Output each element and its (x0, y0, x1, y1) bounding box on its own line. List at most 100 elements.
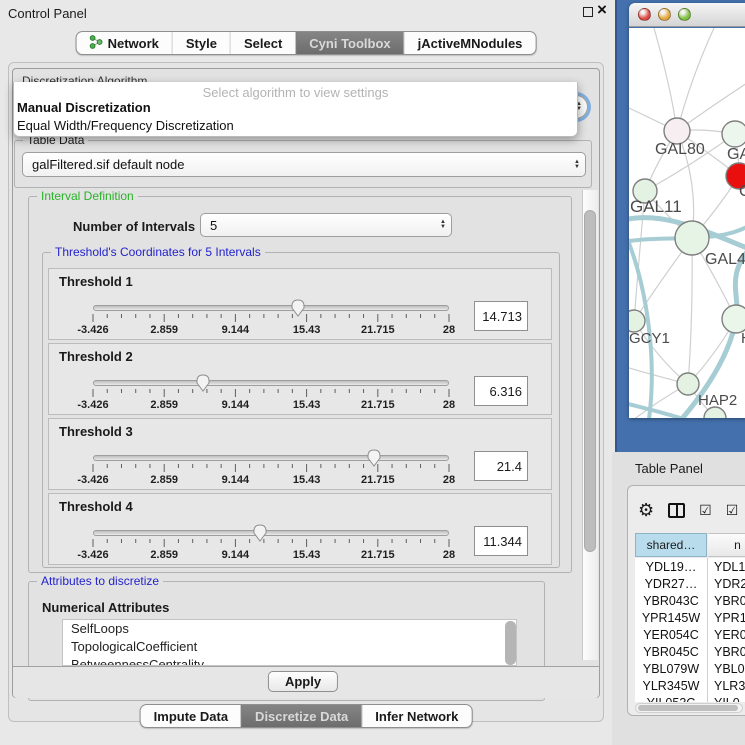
attributes-group-label: Attributes to discretize (37, 574, 163, 588)
threshold-value-field[interactable]: 11.344 (474, 526, 528, 556)
bottom-tab-bar: Impute Data Discretize DataInfer Network (140, 704, 473, 728)
network-view-frame: GAL80GACGAL11GAL4GCY1HHAP2 (615, 0, 745, 452)
threshold-box-1: Threshold 1-3.4262.8599.14415.4321.71528… (48, 268, 552, 340)
minimize-traffic-light[interactable] (658, 8, 671, 21)
split-view-icon[interactable] (668, 503, 685, 518)
slider-tick-label: 28 (443, 549, 455, 561)
tab-style[interactable]: Style (172, 32, 230, 54)
algorithm-dropdown-popup: Select algorithm to view settings Manual… (13, 82, 578, 137)
network-window[interactable]: GAL80GACGAL11GAL4GCY1HHAP2 (629, 3, 745, 418)
network-node-label: GAL11 (630, 197, 682, 216)
network-edge[interactable] (654, 28, 677, 131)
bottom-tab-infer-network[interactable]: Infer Network (361, 705, 471, 727)
table-hscrollbar-thumb[interactable] (638, 705, 738, 711)
zoom-traffic-light[interactable] (678, 8, 691, 21)
attribute-item[interactable]: BetweennessCentrality (63, 656, 516, 666)
checkbox-icon[interactable]: ☑ (699, 502, 712, 519)
algorithm-option-equal-width[interactable]: Equal Width/Frequency Discretization (17, 118, 234, 133)
network-icon (90, 35, 103, 52)
table-data-combobox[interactable]: galFiltered.sif default node ▲▼ (22, 152, 586, 177)
network-node-label: HAP2 (698, 392, 737, 409)
tab-label: jActiveMNodules (418, 36, 523, 51)
tab-network[interactable]: Network (77, 32, 172, 54)
table-row[interactable]: YIL053CYIL0 (635, 694, 745, 702)
table-header-name[interactable]: n (708, 533, 745, 557)
network-node-label: GAL4 (705, 251, 745, 268)
network-edge-thick[interactable] (629, 403, 684, 418)
table-row[interactable]: YBR043CYBR0 (635, 592, 745, 609)
cell-name: YDR2 (707, 575, 745, 592)
apply-button[interactable]: Apply (268, 671, 338, 692)
slider-tick-label: -3.426 (77, 549, 108, 561)
cell-shared-name: YDR27… (635, 577, 707, 591)
threshold-slider-track[interactable] (93, 455, 449, 461)
bottom-tab-discretize-data[interactable]: Discretize Data (241, 705, 361, 727)
numerical-attributes-list[interactable]: SelfLoopsTopologicalCoefficientBetweenne… (62, 619, 517, 666)
threshold-slider-track[interactable] (93, 530, 449, 536)
network-node[interactable] (675, 221, 709, 255)
attribute-item[interactable]: SelfLoops (63, 620, 516, 638)
tab-cyni-toolbox[interactable]: Cyni Toolbox (295, 32, 403, 54)
settings-scrollbar-thumb[interactable] (584, 210, 596, 552)
cell-shared-name: YBR045C (635, 645, 707, 659)
threshold-box-4: Threshold 4-3.4262.8599.14415.4321.71528… (48, 493, 552, 565)
interval-definition-label: Interval Definition (37, 189, 138, 203)
attributes-list-scrollbar-thumb[interactable] (505, 621, 516, 665)
network-node-label: GAL80 (655, 141, 705, 158)
cell-shared-name: YDL19… (635, 560, 707, 574)
number-of-intervals-combobox[interactable]: 5 ▲▼ (200, 213, 452, 237)
table-row[interactable]: YDL19…YDL1 (635, 558, 745, 575)
network-node[interactable] (722, 305, 745, 333)
threshold-value-field[interactable]: 6.316 (474, 376, 528, 406)
bottom-tab-impute-data[interactable]: Impute Data (141, 705, 241, 727)
threshold-value-field[interactable]: 21.4 (474, 451, 528, 481)
slider-tick-label: 2.859 (150, 324, 178, 336)
slider-tick-label: 21.715 (361, 399, 395, 411)
threshold-value-field[interactable]: 14.713 (474, 301, 528, 331)
table-row[interactable]: YBL079WYBL0 (635, 660, 745, 677)
slider-tick-label: 21.715 (361, 324, 395, 336)
threshold-slider-track[interactable] (93, 380, 449, 386)
table-row[interactable]: YER054CYER0 (635, 626, 745, 643)
table-row[interactable]: YDR27…YDR2 (635, 575, 745, 592)
tab-label: Network (108, 36, 159, 51)
table-rows: YDL19…YDL1YDR27…YDR2YBR043CYBR0YPR145WYP… (635, 558, 745, 702)
cell-shared-name: YBL079W (635, 662, 707, 676)
network-node[interactable] (629, 310, 645, 332)
slider-tick-label: 15.43 (293, 549, 321, 561)
slider-tick-label: 28 (443, 324, 455, 336)
float-panel-icon[interactable] (583, 7, 593, 17)
close-panel-icon[interactable]: × (597, 0, 607, 20)
tab-select[interactable]: Select (230, 32, 295, 54)
node-table: shared… n YDL19…YDL1YDR27…YDR2YBR043CYBR… (635, 533, 745, 711)
table-row[interactable]: YBR045CYBR0 (635, 643, 745, 660)
number-of-intervals-value: 5 (210, 218, 217, 233)
algorithm-option-manual[interactable]: Manual Discretization (17, 100, 151, 115)
network-edge[interactable] (677, 28, 714, 131)
table-row[interactable]: YLR345WYLR3 (635, 677, 745, 694)
close-traffic-light[interactable] (638, 8, 651, 21)
gear-icon[interactable]: ⚙ (638, 501, 654, 519)
checkbox-icon[interactable]: ☑ (726, 502, 739, 519)
tab-jactivemnodules[interactable]: jActiveMNodules (404, 32, 536, 54)
slider-tick-label: 21.715 (361, 474, 395, 486)
threshold-slider-track[interactable] (93, 305, 449, 311)
network-node[interactable] (677, 373, 699, 395)
slider-tick-label: -3.426 (77, 324, 108, 336)
attribute-item[interactable]: TopologicalCoefficient (63, 638, 516, 656)
network-window-titlebar[interactable] (629, 3, 745, 27)
bottom-tab-label: Impute Data (154, 709, 228, 724)
table-header-shared-name[interactable]: shared… (635, 533, 707, 557)
threshold-box-2: Threshold 2-3.4262.8599.14415.4321.71528… (48, 343, 552, 415)
cell-shared-name: YLR345W (635, 679, 707, 693)
network-canvas[interactable]: GAL80GACGAL11GAL4GCY1HHAP2 (629, 28, 745, 418)
network-edge[interactable] (688, 238, 692, 384)
table-row[interactable]: YPR145WYPR1 (635, 609, 745, 626)
cell-name: YLR3 (707, 677, 745, 694)
number-of-intervals-label: Number of Intervals (73, 219, 195, 234)
slider-tick-label: 9.144 (222, 549, 250, 561)
tab-label: Select (244, 36, 282, 51)
slider-tick-label: 2.859 (150, 399, 178, 411)
network-node[interactable] (722, 121, 745, 147)
slider-tick-label: 15.43 (293, 399, 321, 411)
